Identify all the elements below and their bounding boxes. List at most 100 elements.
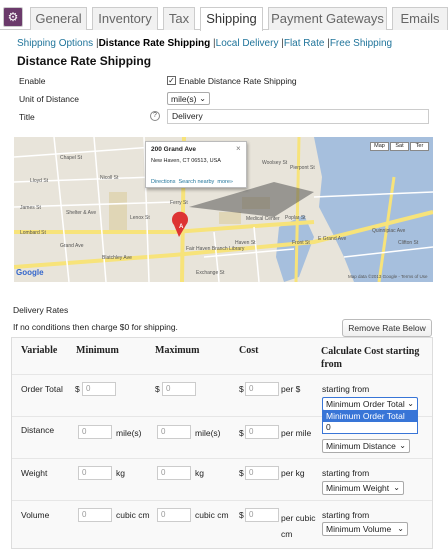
info-window-title: 200 Grand Ave	[151, 146, 197, 153]
distance-start-select[interactable]: Minimum Distance ⌄	[322, 439, 410, 453]
delivery-rates-heading: Delivery Rates	[13, 305, 69, 315]
tab-emails[interactable]: Emails	[392, 7, 448, 30]
enable-checkbox-label: Enable Distance Rate Shipping	[179, 76, 297, 86]
info-window-links: Directions Search nearby more»	[151, 179, 233, 185]
map-label: Fair Haven Branch Library	[186, 246, 245, 252]
map-credits[interactable]: Map data ©2013 Google - Terms of Use	[348, 274, 428, 279]
chevron-down-icon: ⌄	[199, 94, 206, 103]
chevron-down-icon: ⌄	[407, 399, 414, 408]
row-variable-volume: Volume	[21, 510, 50, 520]
volume-max-unit: cubic cm	[195, 510, 229, 520]
map-label: Haven St	[235, 240, 256, 246]
weight-cost-input[interactable]: 0	[245, 466, 279, 480]
tab-inventory[interactable]: Inventory	[92, 7, 158, 30]
gear-icon[interactable]: ⚙	[3, 7, 23, 27]
map-type-terrain-button[interactable]: Ter	[410, 142, 429, 151]
volume-min-input[interactable]: 0	[78, 508, 112, 522]
unit-of-distance-select[interactable]: mile(s) ⌄	[167, 92, 210, 105]
starting-from-label: starting from	[322, 510, 370, 520]
currency-symbol: $	[75, 384, 80, 394]
map-label: James St	[20, 205, 41, 211]
delivery-rates-note: If no conditions then charge $0 for ship…	[13, 322, 178, 332]
unit-of-distance-label: Unit of Distance	[19, 94, 79, 104]
volume-cost-unit: per cubic cm	[281, 513, 316, 539]
distance-start-value: Minimum Distance	[326, 441, 396, 451]
weight-start-value: Minimum Weight	[326, 483, 390, 493]
distance-max-input[interactable]: 0	[157, 425, 191, 439]
map-marker-label: A	[179, 224, 184, 230]
weight-min-unit: kg	[116, 468, 125, 478]
row-divider	[12, 458, 432, 459]
subnav-shipping-options[interactable]: Shipping Options	[17, 38, 93, 49]
help-icon[interactable]: ?	[150, 111, 160, 121]
volume-start-value: Minimum Volume	[326, 524, 392, 534]
search-nearby-link[interactable]: Search nearby	[179, 179, 215, 185]
row-divider	[12, 374, 432, 375]
order-total-cost-input[interactable]: 0	[245, 382, 279, 396]
map-label: Shelter & Ave	[66, 210, 97, 216]
map-label: Nicoll St	[100, 175, 119, 181]
distance-min-input[interactable]: 0	[78, 425, 112, 439]
row-variable-distance: Distance	[21, 425, 55, 435]
currency-symbol: $	[239, 510, 244, 520]
column-header-calculate-cost: Calculate Cost starting from	[321, 346, 420, 370]
map-label: Lloyd St	[30, 178, 49, 184]
currency-symbol: $	[239, 384, 244, 394]
chevron-down-icon: ⌄	[393, 483, 400, 492]
tab-shipping[interactable]: Shipping	[200, 7, 263, 31]
column-header-variable: Variable	[21, 345, 58, 356]
dropdown-option[interactable]: 0	[323, 422, 417, 433]
map-label: Quinnipiac Ave	[372, 228, 406, 234]
order-total-start-dropdown: Minimum Order Total 0	[322, 410, 418, 434]
directions-link[interactable]: Directions	[151, 179, 175, 185]
row-divider	[12, 500, 432, 501]
distance-max-unit: mile(s)	[195, 428, 221, 438]
shipping-subnav: Shipping Options |Distance Rate Shipping…	[17, 38, 392, 49]
column-header-cost: Cost	[239, 345, 259, 356]
dropdown-option[interactable]: Minimum Order Total	[323, 411, 417, 422]
volume-max-input[interactable]: 0	[157, 508, 191, 522]
column-header-maximum: Maximum	[155, 345, 200, 356]
more-link[interactable]: more»	[217, 179, 233, 185]
info-window-address: New Haven, CT 06513, USA	[151, 158, 221, 164]
map-label: E Grand Ave	[318, 236, 347, 242]
subnav-local-delivery[interactable]: Local Delivery	[216, 38, 279, 49]
volume-min-unit: cubic cm	[116, 510, 150, 520]
title-input[interactable]: Delivery	[167, 109, 429, 124]
close-icon[interactable]: ×	[236, 144, 241, 153]
currency-symbol: $	[239, 428, 244, 438]
weight-min-input[interactable]: 0	[78, 466, 112, 480]
map-label: Chapel St	[60, 155, 82, 161]
subnav-free-shipping[interactable]: Free Shipping	[330, 38, 392, 49]
tab-payment-gateways[interactable]: Payment Gateways	[268, 7, 387, 30]
subnav-distance-rate-shipping[interactable]: Distance Rate Shipping	[99, 38, 211, 49]
page-title: Distance Rate Shipping	[17, 54, 152, 68]
subnav-flat-rate[interactable]: Flat Rate	[284, 38, 325, 49]
weight-start-select[interactable]: Minimum Weight ⌄	[322, 481, 404, 495]
map-label: Woolsey St	[262, 160, 288, 166]
order-total-cost-unit: per $	[281, 384, 301, 394]
map-type-map-button[interactable]: Map	[370, 142, 389, 151]
map-type-satellite-button[interactable]: Sat	[390, 142, 409, 151]
currency-symbol: $	[155, 384, 160, 394]
title-label: Title	[19, 112, 35, 122]
weight-max-unit: kg	[195, 468, 204, 478]
chevron-down-icon: ⌄	[399, 441, 406, 450]
remove-rate-button[interactable]: Remove Rate Below	[342, 319, 432, 337]
order-total-start-value: Minimum Order Total	[326, 399, 405, 409]
tab-general[interactable]: General	[30, 7, 87, 30]
distance-cost-input[interactable]: 0	[245, 425, 279, 439]
weight-max-input[interactable]: 0	[157, 466, 191, 480]
order-total-min-input[interactable]: 0	[82, 382, 116, 396]
volume-start-select[interactable]: Minimum Volume ⌄	[322, 522, 408, 536]
order-total-start-select[interactable]: Minimum Order Total ⌄	[322, 397, 418, 411]
currency-symbol: $	[239, 468, 244, 478]
starting-from-label: starting from	[322, 468, 370, 478]
column-header-minimum: Minimum	[76, 345, 119, 356]
tab-tax[interactable]: Tax	[163, 7, 195, 30]
order-total-max-input[interactable]: 0	[162, 382, 196, 396]
volume-cost-input[interactable]: 0	[245, 508, 279, 522]
starting-from-label: starting from	[322, 384, 370, 394]
row-variable-weight: Weight	[21, 468, 48, 478]
enable-checkbox[interactable]: ✓	[167, 76, 176, 85]
